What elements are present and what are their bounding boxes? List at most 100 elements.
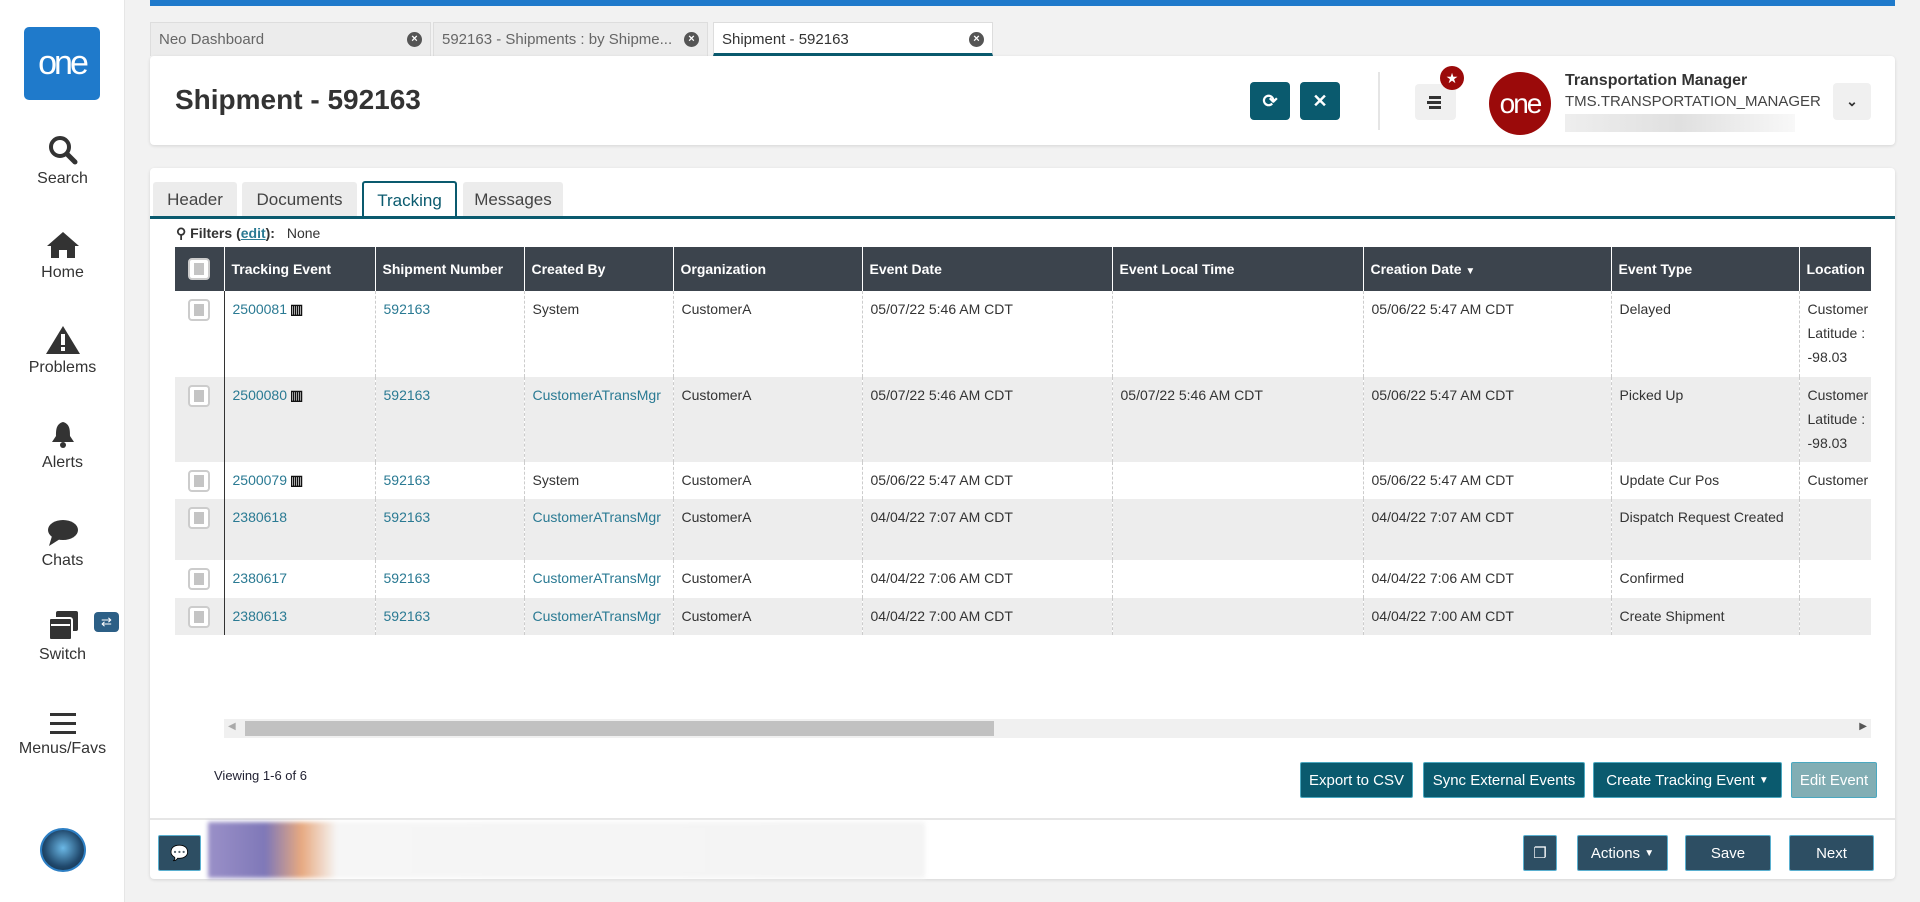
next-button[interactable]: Next	[1789, 835, 1874, 871]
sidebar-item-problems[interactable]: Problems	[0, 325, 125, 377]
tracking-event-link[interactable]: 2380617	[233, 570, 288, 586]
redacted-banner	[208, 822, 925, 878]
location-cell	[1798, 598, 1871, 635]
save-button[interactable]: Save	[1685, 835, 1771, 871]
scroll-right-icon[interactable]: ▶	[1859, 721, 1867, 732]
tab-tracking[interactable]: Tracking	[362, 181, 457, 218]
edit-event-button[interactable]: Edit Event	[1791, 762, 1877, 798]
shipment-number-link[interactable]: 592163	[384, 509, 431, 525]
hamburger-icon	[49, 713, 76, 734]
column-header[interactable]: Event Type	[1610, 247, 1799, 291]
shipment-number-link[interactable]: 592163	[384, 570, 431, 586]
map-icon[interactable]: ▥	[290, 387, 303, 403]
close-tab-icon[interactable]: ×	[969, 32, 984, 47]
shipment-number-link[interactable]: 592163	[384, 472, 431, 488]
map-icon[interactable]: ▥	[290, 472, 303, 488]
row-select-cell[interactable]	[175, 499, 225, 560]
horizontal-scrollbar[interactable]: ◀ ▶	[224, 719, 1871, 738]
close-button[interactable]: ✕	[1300, 82, 1340, 120]
column-header[interactable]: Organization	[672, 247, 862, 291]
table-row[interactable]: 2380617 592163 CustomerATransMgr Custome…	[175, 560, 1871, 598]
scrollbar-thumb[interactable]	[245, 721, 994, 736]
tracking-event-link[interactable]: 2380613	[233, 608, 288, 624]
shipment-number-cell: 592163	[374, 598, 524, 635]
table-row[interactable]: 2380618 592163 CustomerATransMgr Custome…	[175, 499, 1871, 560]
scroll-left-icon[interactable]: ◀	[228, 721, 236, 732]
map-icon[interactable]: ▥	[290, 301, 303, 317]
select-all-checkbox[interactable]	[188, 258, 211, 280]
copy-button[interactable]: ❐	[1523, 835, 1557, 871]
shipment-number-link[interactable]: 592163	[384, 608, 431, 624]
row-checkbox[interactable]	[188, 507, 211, 529]
row-checkbox[interactable]	[188, 568, 211, 590]
row-checkbox[interactable]	[188, 470, 211, 492]
footer-divider	[150, 818, 1895, 820]
event-date-cell: 05/07/22 5:46 AM CDT	[861, 291, 1112, 377]
tab-documents[interactable]: Documents	[242, 182, 357, 217]
column-header-sorted[interactable]: Creation Date ▼	[1362, 247, 1611, 291]
sidebar-item-home[interactable]: Home	[0, 230, 125, 282]
organization-cell: CustomerA	[672, 291, 862, 377]
tracking-event-cell: 2380613	[223, 598, 375, 635]
column-header[interactable]: Event Date	[861, 247, 1112, 291]
created-by-cell: CustomerATransMgr	[523, 377, 673, 462]
actions-button[interactable]: Actions ▼	[1577, 835, 1668, 871]
table-row[interactable]: 2500079 ▥ 592163 System CustomerA 05/06/2…	[175, 462, 1871, 499]
tracking-event-link[interactable]: 2500080	[233, 387, 288, 403]
button-label: Create Tracking Event	[1606, 771, 1755, 789]
row-checkbox[interactable]	[188, 606, 211, 628]
column-header[interactable]: Event Local Time	[1111, 247, 1363, 291]
redacted-info	[1565, 114, 1795, 132]
row-checkbox[interactable]	[188, 299, 211, 321]
user-menu-chevron-down-icon[interactable]: ⌄	[1833, 83, 1871, 120]
window-tab-shipments[interactable]: 592163 - Shipments : by Shipme... ×	[433, 22, 708, 56]
home-icon	[46, 232, 79, 258]
filters-edit-link[interactable]: edit	[241, 225, 266, 241]
create-tracking-event-button[interactable]: Create Tracking Event ▼	[1593, 762, 1782, 798]
window-tab-shipment[interactable]: Shipment - 592163 ×	[713, 22, 993, 56]
column-header[interactable]: Shipment Number	[374, 247, 524, 291]
tracking-event-link[interactable]: 2500079	[233, 472, 288, 488]
sidebar-label: Problems	[28, 359, 97, 376]
tab-header[interactable]: Header	[153, 182, 237, 217]
refresh-button[interactable]: ⟳	[1250, 82, 1290, 120]
row-checkbox[interactable]	[188, 385, 211, 407]
row-select-cell[interactable]	[175, 598, 225, 635]
sidebar-label: Search	[37, 170, 88, 187]
sidebar-item-menus-favs[interactable]: Menus/Favs	[0, 710, 125, 758]
row-select-cell[interactable]	[175, 291, 225, 377]
row-select-cell[interactable]	[175, 462, 225, 499]
tracking-event-link[interactable]: 2380618	[233, 509, 288, 525]
tracking-event-link[interactable]: 2500081	[233, 301, 288, 317]
window-tab-neo-dashboard[interactable]: Neo Dashboard ×	[150, 22, 431, 56]
row-select-cell[interactable]	[175, 560, 225, 598]
sidebar-item-search[interactable]: Search	[0, 134, 125, 188]
row-select-cell[interactable]	[175, 377, 225, 462]
location-line: -98.03	[1807, 349, 1848, 365]
select-all-cell[interactable]	[175, 247, 224, 291]
switch-arrows-icon[interactable]: ⇄	[94, 612, 119, 632]
user-avatar-icon[interactable]	[40, 828, 86, 872]
table-row[interactable]: 2500081 ▥ 592163 System CustomerA 05/07/2…	[175, 291, 1871, 377]
table-row[interactable]: 2380613 592163 CustomerATransMgr Custome…	[175, 598, 1871, 635]
column-header[interactable]: Tracking Event	[223, 247, 375, 291]
export-csv-button[interactable]: Export to CSV	[1300, 762, 1413, 798]
event-local-time-cell	[1111, 598, 1363, 635]
user-role: TMS.TRANSPORTATION_MANAGER	[1565, 93, 1821, 110]
sync-external-events-button[interactable]: Sync External Events	[1423, 762, 1585, 798]
shipment-number-link[interactable]: 592163	[384, 387, 431, 403]
shipment-number-link[interactable]: 592163	[384, 301, 431, 317]
table-row[interactable]: 2500080 ▥ 592163 CustomerATransMgr Custom…	[175, 377, 1871, 462]
sidebar-item-alerts[interactable]: Alerts	[0, 420, 125, 472]
column-header[interactable]: Location	[1798, 247, 1871, 291]
tab-messages[interactable]: Messages	[463, 182, 563, 217]
chat-button[interactable]: 💬	[158, 835, 201, 871]
close-tab-icon[interactable]: ×	[407, 32, 422, 47]
sidebar-item-chats[interactable]: Chats	[0, 518, 125, 570]
app-logo[interactable]: one	[24, 27, 100, 100]
pager-status: Viewing 1-6 of 6	[214, 768, 307, 783]
sidebar-label: Menus/Favs	[18, 740, 107, 757]
column-header[interactable]: Created By	[523, 247, 673, 291]
close-tab-icon[interactable]: ×	[684, 32, 699, 47]
bell-icon	[51, 422, 74, 448]
